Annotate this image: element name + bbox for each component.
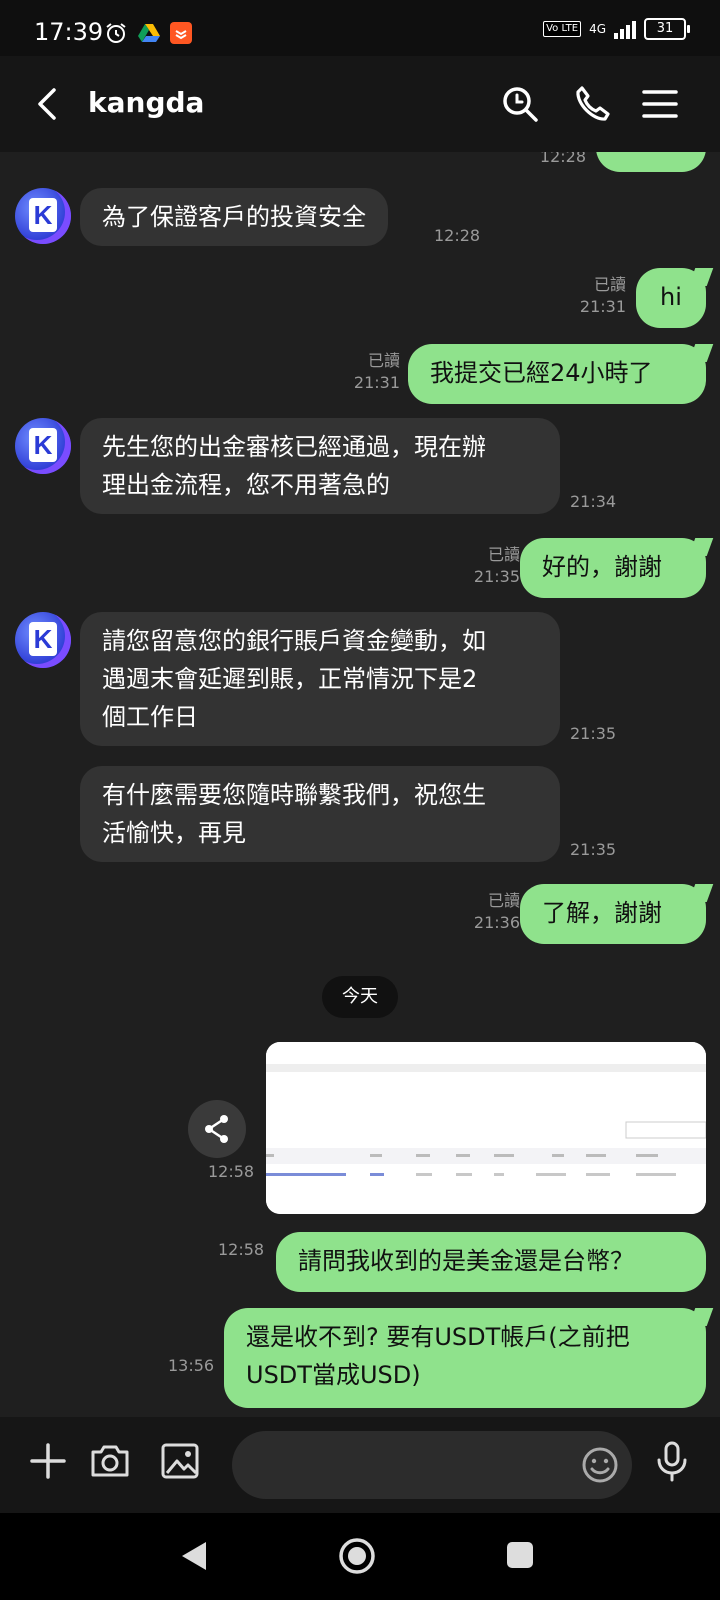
image-icon[interactable] xyxy=(158,1439,202,1483)
app-notification-icon xyxy=(170,22,192,44)
chat-messages[interactable]: 12:28 K 為了保證客戶的投資安全 12:28 已讀 21:31 hi 已讀… xyxy=(0,152,720,1417)
alarm-icon xyxy=(106,23,126,43)
message-time: 21:36 xyxy=(473,913,520,932)
incoming-message[interactable]: 為了保證客戶的投資安全 xyxy=(80,188,388,246)
menu-icon[interactable] xyxy=(638,82,682,126)
message-time: 21:34 xyxy=(570,492,617,511)
message-line: USDT當成USD) xyxy=(246,1361,421,1389)
drive-icon xyxy=(138,24,160,42)
message-line: 還是收不到? 要有USDT帳戶(之前把 xyxy=(246,1323,630,1351)
message-read-meta: 已讀 21:31 xyxy=(560,274,626,318)
status-notification-icons xyxy=(104,21,192,45)
outgoing-message[interactable]: 好的，謝謝 xyxy=(520,538,706,598)
message-line: 有什麼需要您隨時聯繫我們，祝您生 xyxy=(102,781,486,809)
screenshot-thumbnail xyxy=(266,1042,706,1214)
message-read-meta: 已讀 21:36 xyxy=(454,890,520,934)
status-time: 17:39 xyxy=(34,18,104,46)
phone-icon[interactable] xyxy=(570,82,614,126)
status-system-icons: Vo LTE 4G 31 xyxy=(543,18,690,40)
message-time: 21:35 xyxy=(473,567,520,586)
camera-icon[interactable] xyxy=(88,1439,132,1483)
read-receipt: 已讀 xyxy=(487,545,520,564)
message-line: 理出金流程，您不用著急的 xyxy=(102,471,390,499)
message-read-meta: 已讀 21:35 xyxy=(454,544,520,588)
message-time: 12:58 xyxy=(208,1162,255,1181)
chat-title[interactable]: kangda xyxy=(88,86,204,119)
message-time: 21:31 xyxy=(353,373,400,392)
message-time: 12:28 xyxy=(434,226,481,245)
message-time: 12:58 xyxy=(218,1240,265,1259)
nav-back-icon[interactable] xyxy=(178,1539,210,1573)
status-bar: 17:39 Vo LTE 4G 31 xyxy=(0,0,720,56)
message-time: 12:28 xyxy=(539,152,586,166)
message-line: 遇週末會延遲到賬，正常情況下是2 xyxy=(102,665,478,693)
contact-avatar[interactable]: K xyxy=(15,612,71,668)
message-input[interactable] xyxy=(232,1431,632,1499)
nav-home-icon[interactable] xyxy=(338,1537,376,1575)
date-divider: 今天 xyxy=(322,976,398,1018)
message-read-meta: 已讀 21:31 xyxy=(334,350,400,394)
read-receipt: 已讀 xyxy=(593,275,626,294)
emoji-icon[interactable] xyxy=(580,1445,620,1485)
incoming-message[interactable]: 請您留意您的銀行賬戶資金變動，如 遇週末會延遲到賬，正常情況下是2 個工作日 xyxy=(80,612,560,746)
outgoing-message[interactable]: 還是收不到? 要有USDT帳戶(之前把 USDT當成USD) xyxy=(224,1308,706,1408)
signal-icon xyxy=(614,19,636,39)
message-time: 21:35 xyxy=(570,840,617,859)
network-type: 4G xyxy=(589,22,606,36)
search-icon[interactable] xyxy=(498,82,542,126)
read-receipt: 已讀 xyxy=(367,351,400,370)
volte-icon: Vo LTE xyxy=(543,21,582,37)
back-icon[interactable] xyxy=(28,82,68,126)
message-input-bar xyxy=(0,1417,720,1513)
read-receipt: 已讀 xyxy=(487,891,520,910)
outgoing-message[interactable]: 請問我收到的是美金還是台幣？ xyxy=(276,1232,706,1292)
message-line: 活愉快，再見 xyxy=(102,819,246,847)
chat-header: kangda xyxy=(0,56,720,152)
plus-icon[interactable] xyxy=(26,1439,70,1483)
system-navigation-bar xyxy=(0,1513,720,1600)
incoming-message[interactable]: 先生您的出金審核已經通過，現在辦 理出金流程，您不用著急的 xyxy=(80,418,560,514)
battery-icon: 31 xyxy=(644,18,690,40)
contact-avatar[interactable]: K xyxy=(15,188,71,244)
outgoing-message[interactable]: 我提交已經24小時了 xyxy=(408,344,706,404)
message-time: 13:56 xyxy=(168,1356,215,1375)
share-button[interactable] xyxy=(188,1100,246,1158)
outgoing-message[interactable]: hi xyxy=(636,268,706,328)
incoming-message[interactable]: 有什麼需要您隨時聯繫我們，祝您生 活愉快，再見 xyxy=(80,766,560,862)
message-line: 請您留意您的銀行賬戶資金變動，如 xyxy=(102,627,486,655)
message-time: 21:35 xyxy=(570,724,617,743)
image-message[interactable] xyxy=(266,1042,706,1214)
nav-recents-icon[interactable] xyxy=(506,1541,534,1569)
contact-avatar[interactable]: K xyxy=(15,418,71,474)
outgoing-message-partial[interactable] xyxy=(596,152,706,172)
mic-icon[interactable] xyxy=(650,1439,694,1483)
share-icon xyxy=(205,1115,228,1143)
message-time: 21:31 xyxy=(579,297,626,316)
message-line: 個工作日 xyxy=(102,703,198,731)
message-line: 先生您的出金審核已經通過，現在辦 xyxy=(102,433,486,461)
outgoing-message[interactable]: 了解，謝謝 xyxy=(520,884,706,944)
